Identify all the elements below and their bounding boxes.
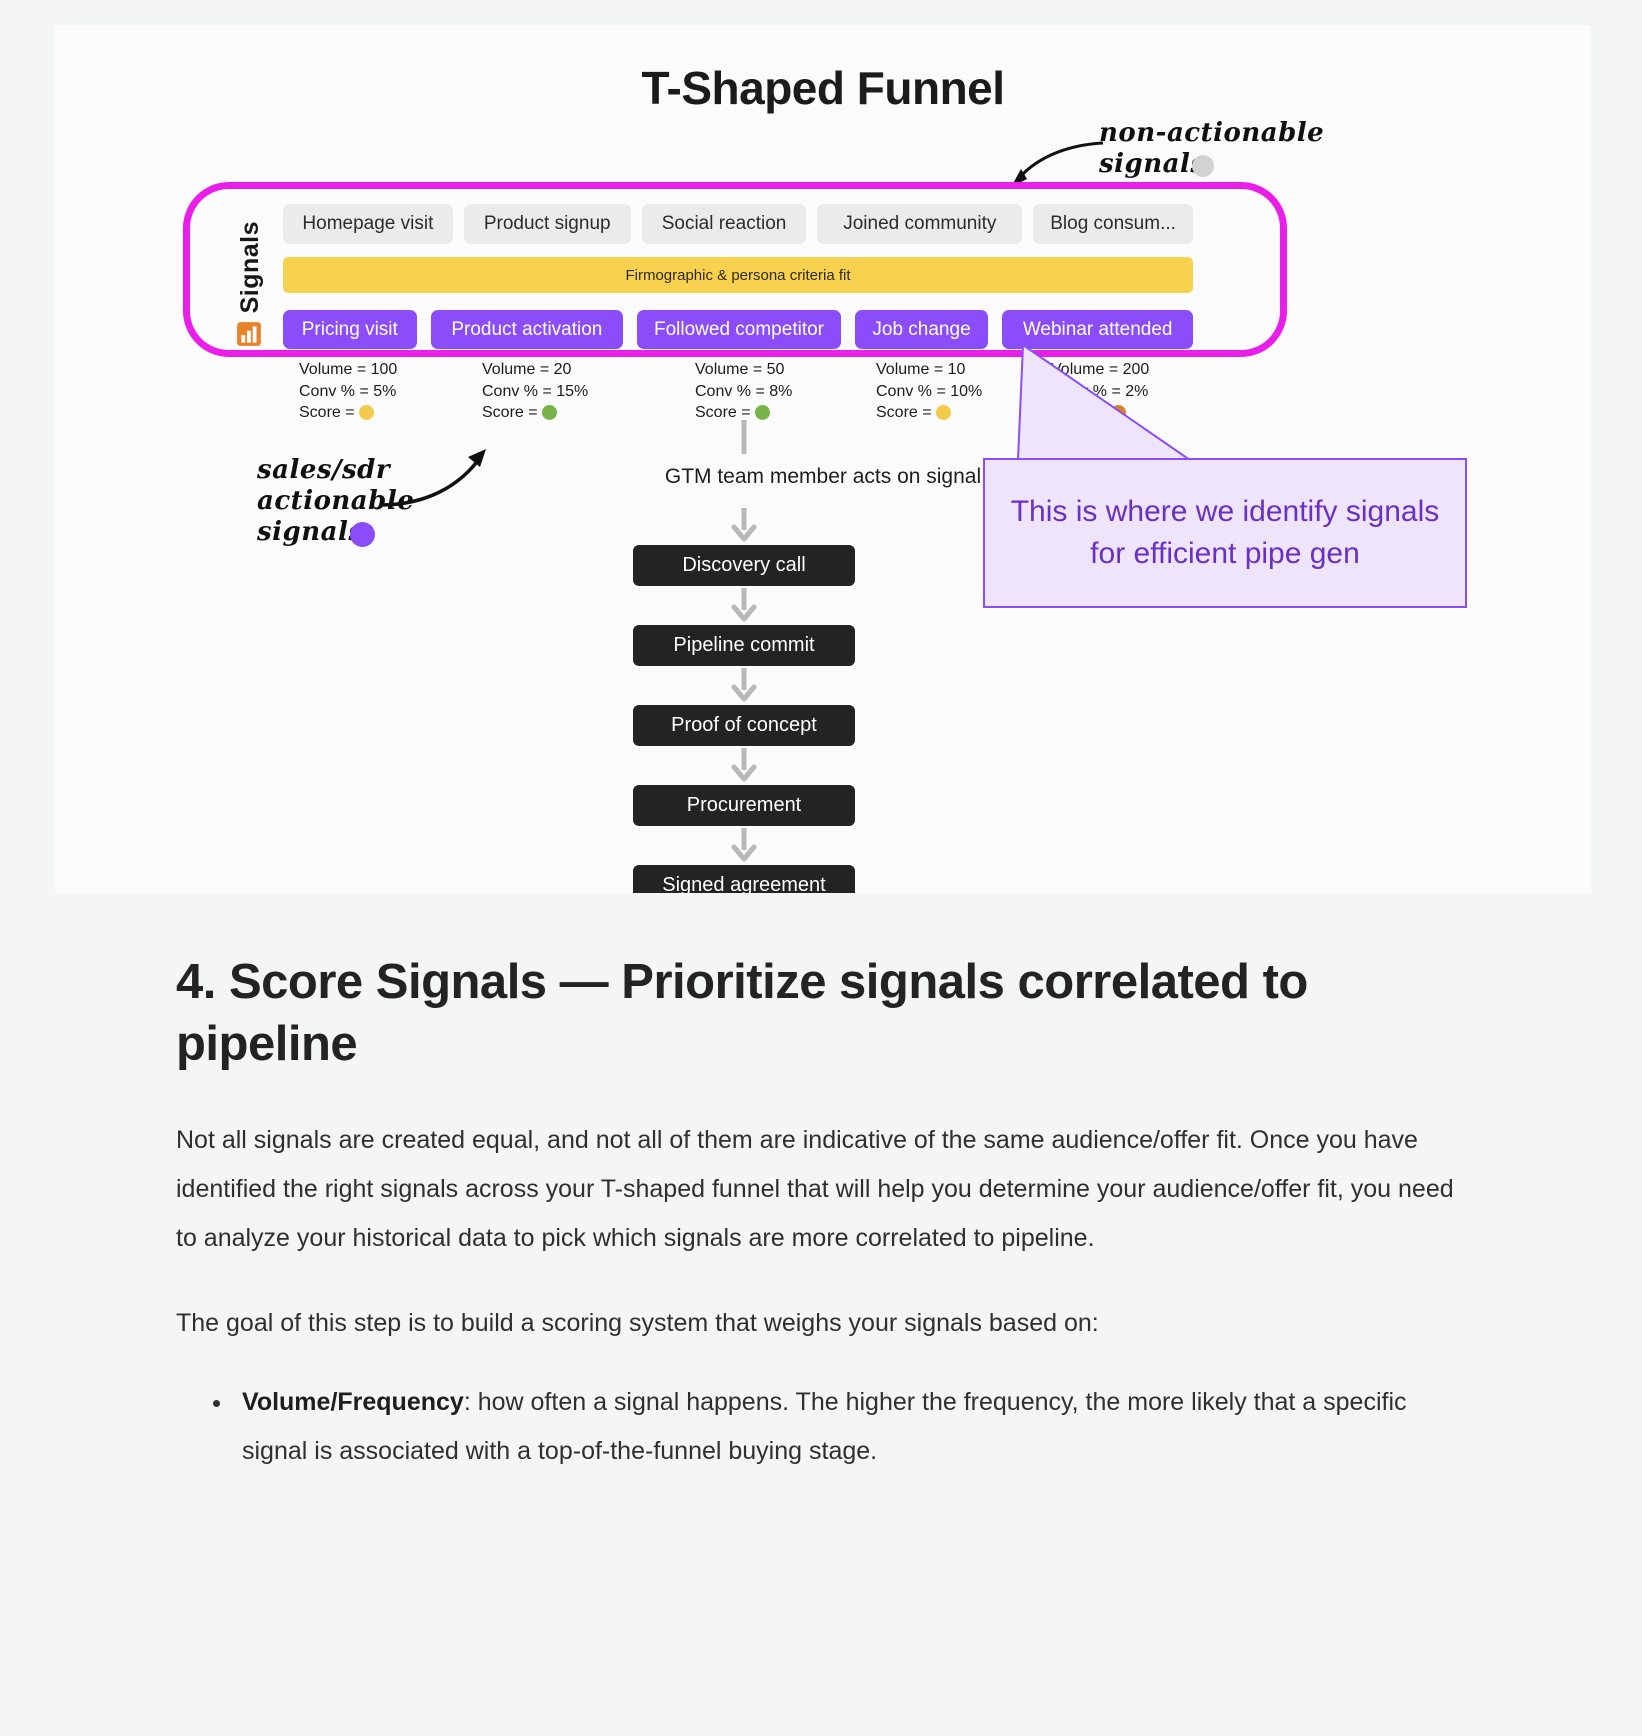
score-dot-green: [754, 405, 770, 421]
signal-chip-homepage-visit[interactable]: Homepage visit: [283, 204, 453, 244]
signal-chip-webinar-attended[interactable]: Webinar attended: [1002, 310, 1194, 349]
flow-arrow-icon: [633, 666, 855, 705]
signal-chip-job-change[interactable]: Job change: [854, 310, 989, 349]
metric-conv: Conv % = 8%: [695, 382, 793, 400]
metric-score-label: Score =: [876, 404, 932, 421]
signal-metrics-product-activation: Volume = 20 Conv % = 15% Score =: [482, 359, 588, 424]
metric-volume: Volume = 20: [482, 361, 572, 378]
signal-metrics-pricing-visit: Volume = 100 Conv % = 5% Score =: [299, 359, 397, 424]
t-shaped-funnel-diagram-card: T-Shaped Funnel non-actionable signals S…: [55, 25, 1591, 893]
article-paragraph-1: Not all signals are created equal, and n…: [176, 1125, 1454, 1252]
score-dot-green: [541, 405, 557, 421]
non-actionable-arrow-icon: [1011, 141, 1104, 187]
scoring-criteria-list: Volume/Frequency: how often a signal hap…: [176, 1378, 1466, 1476]
flow-step-pipeline-commit[interactable]: Pipeline commit: [633, 625, 855, 666]
score-dot-yellow: [935, 405, 951, 421]
flow-connector-top-icon: [741, 420, 747, 454]
metric-conv: Conv % = 15%: [482, 382, 589, 400]
metric-conv: Conv % = 5%: [299, 382, 397, 400]
firmographic-criteria-band: Firmographic & persona criteria fit: [283, 257, 1193, 293]
signal-chip-joined-community[interactable]: Joined community: [817, 204, 1023, 244]
pipeline-flow: Discovery call Pipeline commit Proof of …: [633, 506, 855, 893]
metric-volume: Volume = 100: [299, 361, 398, 378]
non-actionable-line-1: non-actionable: [1099, 118, 1325, 148]
signal-chip-product-signup[interactable]: Product signup: [463, 204, 631, 244]
list-item: Volume/Frequency: how often a signal hap…: [234, 1378, 1466, 1476]
signal-metrics-followed-competitor: Volume = 50 Conv % = 8% Score =: [695, 359, 792, 424]
list-item-term: Volume/Frequency: [242, 1387, 464, 1416]
flow-step-discovery-call[interactable]: Discovery call: [633, 545, 855, 586]
callout-text: This is where we identify signals for ef…: [1010, 495, 1440, 570]
flow-arrow-icon: [633, 826, 855, 865]
score-dot-yellow: [358, 405, 374, 421]
flow-step-signed-agreement[interactable]: Signed agreement: [633, 865, 855, 893]
signal-chip-blog-consumption[interactable]: Blog consum...: [1033, 204, 1193, 244]
gtm-caption: GTM team member acts on signal: [664, 465, 982, 488]
actionable-legend-dot: [350, 522, 375, 547]
diagram-title: T-Shaped Funnel: [641, 62, 1005, 114]
flow-arrow-icon: [633, 506, 855, 545]
article-paragraph-2: The goal of this step is to build a scor…: [176, 1308, 1099, 1337]
metric-volume: Volume = 10: [876, 361, 966, 378]
signal-chip-product-activation[interactable]: Product activation: [430, 310, 624, 349]
callout-pointer-icon: [1016, 343, 1194, 461]
flow-step-procurement[interactable]: Procurement: [633, 785, 855, 826]
actionable-line-3: signals: [257, 517, 364, 547]
metric-conv: Conv % = 10%: [876, 382, 983, 400]
flow-arrow-icon: [633, 746, 855, 785]
actionable-signals-row: Pricing visit Product activation Followe…: [283, 310, 1194, 349]
metric-score-label: Score =: [482, 404, 538, 421]
metric-volume: Volume = 50: [695, 361, 785, 378]
non-actionable-legend-dot: [1192, 155, 1214, 177]
flow-step-proof-of-concept[interactable]: Proof of concept: [633, 705, 855, 746]
article-section: 4. Score Signals — Prioritize signals co…: [0, 893, 1642, 1476]
metric-score-label: Score =: [299, 404, 355, 421]
page-title: 4. Score Signals — Prioritize signals co…: [176, 955, 1308, 1071]
bar-chart-icon: [237, 322, 261, 346]
flow-arrow-icon: [633, 586, 855, 625]
signal-metrics-job-change: Volume = 10 Conv % = 10% Score =: [876, 359, 982, 424]
signals-axis-label: Signals: [235, 220, 264, 314]
signal-chip-followed-competitor[interactable]: Followed competitor: [637, 310, 841, 349]
signal-chip-social-reaction[interactable]: Social reaction: [641, 204, 807, 244]
non-actionable-signals-row: Homepage visit Product signup Social rea…: [283, 204, 1193, 244]
signal-chip-pricing-visit[interactable]: Pricing visit: [283, 310, 417, 349]
